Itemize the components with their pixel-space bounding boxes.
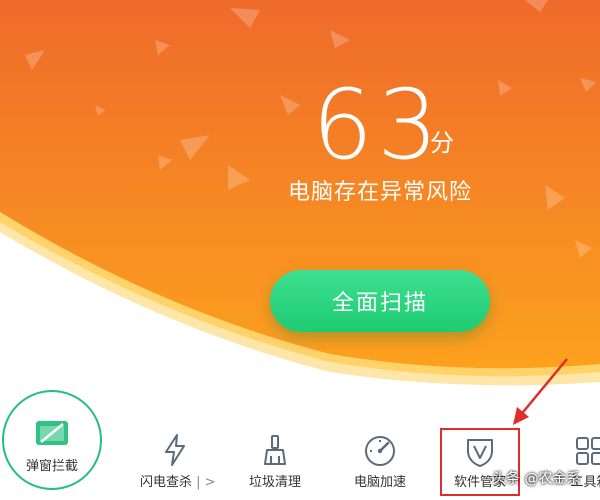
grid-icon <box>575 436 600 470</box>
full-scan-button[interactable]: 全面扫描 <box>270 270 490 332</box>
broom-icon <box>262 434 288 470</box>
score-display: 63 分 <box>0 70 600 180</box>
popup-block-label: 弹窗拦截 <box>25 459 78 474</box>
lightning-icon <box>164 434 186 470</box>
pc-speed-label: 电脑加速 <box>353 475 406 490</box>
annotation-arrow-icon <box>513 358 568 425</box>
risk-status-text: 电脑存在异常风险 <box>287 180 472 205</box>
flash-scan-text: 闪电查杀 <box>140 475 193 490</box>
trash-clean-label: 垃圾清理 <box>248 475 301 490</box>
score-panel: 63 分 电脑存在异常风险 全面扫描 <box>0 0 600 390</box>
popup-block-icon <box>35 420 69 450</box>
chevron-right-icon[interactable]: | > <box>196 475 215 490</box>
score-unit: 分 <box>430 129 454 157</box>
pc-speed-tool[interactable]: 电脑加速 <box>345 390 415 500</box>
flash-scan-tool[interactable]: 闪电查杀 | > <box>140 390 216 500</box>
security-score: 63 <box>312 69 443 181</box>
popup-block-tool[interactable]: 弹窗拦截 <box>0 390 104 500</box>
trash-clean-tool[interactable]: 垃圾清理 <box>240 390 310 500</box>
speedometer-icon <box>363 434 397 470</box>
shield-icon <box>464 436 496 472</box>
flash-scan-label: 闪电查杀 | > <box>140 474 216 492</box>
watermark: 头条 @农金系 <box>492 471 581 487</box>
